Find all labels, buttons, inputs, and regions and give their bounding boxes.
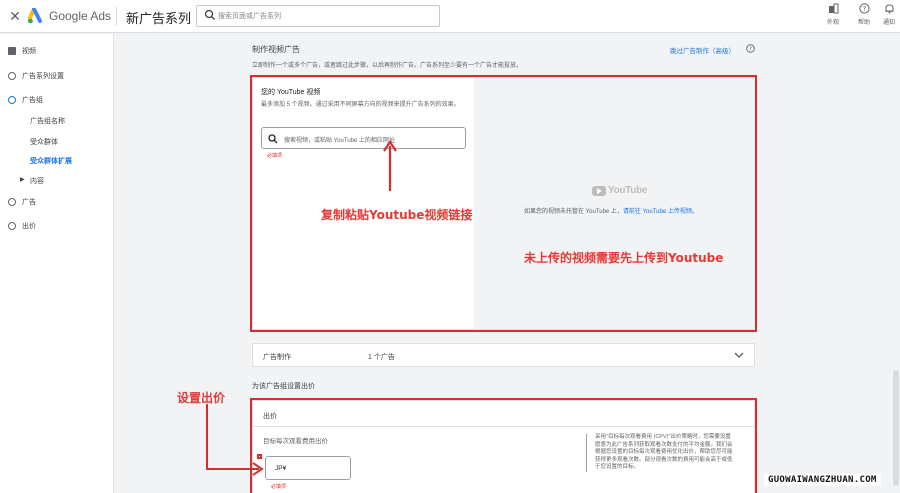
appearance-icon (828, 3, 838, 14)
appearance-button[interactable]: 外观 (818, 3, 848, 26)
ad-creation-count: 1 个广告 (368, 354, 395, 361)
sidebar-item-ads[interactable]: 广告 (8, 197, 36, 207)
bid-section-title: 为该广告组设置出价 (252, 383, 315, 390)
highlight-box (250, 75, 757, 332)
appearance-label: 外观 (826, 20, 839, 26)
help-icon: ? (858, 3, 870, 14)
sidebar-subitem-audience-expansion[interactable]: 受众群体扩展 (30, 156, 72, 166)
notifications-button[interactable]: 通知 (874, 3, 900, 26)
sidebar-item-label: 出价 (22, 223, 36, 230)
annotation-copy-paste: 复制粘贴Youtube视频链接 (321, 208, 473, 222)
annotation-upload-first: 未上传的视频需要先上传到Youtube (524, 251, 724, 265)
product-name: Google Ads (49, 9, 112, 23)
help-icon[interactable]: ? (746, 44, 755, 53)
sidebar-item-label: 视频 (22, 48, 36, 55)
close-icon[interactable]: ✕ (8, 8, 22, 25)
watermark: GUOWAIWANGZHUAN.COM (764, 474, 881, 486)
step-current-icon (8, 96, 16, 104)
section-description: 立即制作一个或多个广告，或者跳过此步骤，以后再制作广告。广告系列至少要有一个广告… (252, 63, 523, 69)
expand-arrow-icon[interactable]: ▶ (20, 176, 25, 183)
step-pending-icon (8, 222, 16, 230)
step-done-icon (8, 47, 16, 55)
svg-text:?: ? (862, 5, 866, 13)
sidebar-item-label: 广告组 (22, 97, 43, 104)
search-icon (204, 9, 215, 20)
sidebar-item-label: 广告系列设置 (22, 73, 64, 80)
bell-icon (885, 4, 893, 14)
sidebar-item-video[interactable]: 视频 (8, 46, 36, 56)
sidebar-item-campaign-settings[interactable]: 广告系列设置 (8, 71, 64, 81)
sidebar-subitem-content[interactable]: 内容 (30, 176, 44, 186)
ad-creation-label: 广告制作 (263, 354, 291, 361)
top-bar: ✕ Google Ads 新广告系列 搜索页面或广告系列 外观 ? 帮助 通知 (0, 0, 900, 33)
arrow-right-icon (206, 404, 264, 476)
highlight-box (250, 398, 757, 493)
chevron-down-icon[interactable] (733, 349, 745, 361)
search-placeholder: 搜索页面或广告系列 (218, 13, 281, 20)
search-input[interactable]: 搜索页面或广告系列 (196, 5, 440, 27)
arrow-up-icon (383, 140, 397, 191)
google-ads-logo (28, 8, 42, 24)
ad-creation-row[interactable]: 广告制作 1 个广告 (252, 343, 755, 367)
sidebar-item-ad-group[interactable]: 广告组 (8, 95, 43, 105)
section-title: 制作视频广告 (252, 45, 300, 54)
step-pending-icon (8, 72, 16, 80)
divider (116, 7, 117, 26)
notifications-label: 通知 (882, 20, 895, 26)
annotation-set-bid: 设置出价 (177, 391, 226, 405)
sidebar-item-label: 广告 (22, 199, 36, 206)
step-pending-icon (8, 198, 16, 206)
sidebar-subitem-audiences[interactable]: 受众群体 (30, 137, 58, 147)
sidebar-item-bidding[interactable]: 出价 (8, 221, 36, 231)
sidebar-subitem-ad-group-name[interactable]: 广告组名称 (30, 116, 65, 126)
scrollbar[interactable] (893, 370, 899, 486)
page-title: 新广告系列 (126, 11, 192, 26)
skip-ad-creation-link[interactable]: 跳过广告制作（高级） (670, 45, 735, 55)
svg-text:?: ? (749, 47, 752, 53)
